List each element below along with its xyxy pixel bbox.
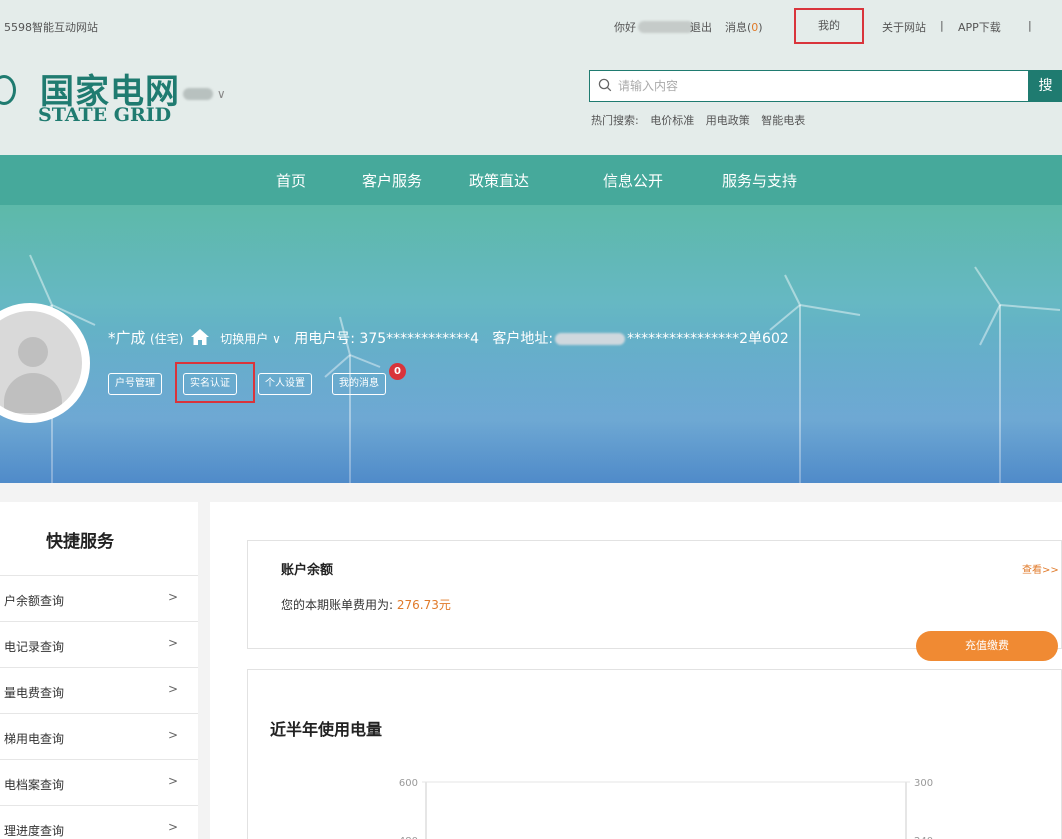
avatar-placeholder-icon bbox=[0, 311, 82, 415]
sidebar-item-tiered-usage[interactable]: 梯用电查询 > bbox=[0, 713, 198, 759]
logo-emblem-icon bbox=[0, 75, 16, 105]
nav-service-support[interactable]: 服务与支持 bbox=[722, 170, 797, 191]
user-banner: *广成 (住宅) 切换用户 ∨ 用电户号: 375************4 客… bbox=[0, 205, 1062, 483]
separator: | bbox=[1028, 19, 1032, 32]
redacted-username bbox=[638, 21, 694, 33]
bill-summary: 您的本期账单费用为: 276.73元 bbox=[281, 596, 451, 613]
messages-link[interactable]: 消息(0) bbox=[725, 19, 763, 35]
logout-link[interactable]: 退出 bbox=[690, 19, 712, 35]
search-icon bbox=[598, 78, 612, 92]
hot-search-item[interactable]: 电价标准 bbox=[650, 114, 694, 127]
user-name: *广成 bbox=[108, 329, 146, 347]
usage-chart: 600480300240 bbox=[399, 778, 933, 839]
redacted-region bbox=[183, 88, 213, 100]
chevron-right-icon: > bbox=[168, 820, 179, 834]
bill-label: 您的本期账单费用为: bbox=[281, 598, 394, 612]
bill-amount: 276.73元 bbox=[396, 598, 451, 612]
chevron-right-icon: > bbox=[168, 774, 179, 788]
greeting: 你好 bbox=[614, 19, 694, 35]
sidebar-item-label: 量电费查询 bbox=[4, 686, 65, 700]
logo-english[interactable]: STATE GRID bbox=[38, 104, 171, 126]
search-button[interactable]: 搜 bbox=[1029, 70, 1062, 102]
sidebar-item-archive[interactable]: 电档案查询 > bbox=[0, 759, 198, 805]
nav-home[interactable]: 首页 bbox=[276, 170, 306, 191]
personal-settings-button[interactable]: 个人设置 bbox=[258, 373, 312, 395]
my-messages-button[interactable]: 我的消息 bbox=[332, 373, 386, 395]
region-selector[interactable]: ∨ bbox=[181, 87, 226, 101]
sidebar-item-balance[interactable]: 户余额查询 > bbox=[0, 575, 198, 621]
search-box bbox=[589, 70, 1029, 102]
chevron-right-icon: > bbox=[168, 728, 179, 742]
hot-search-item[interactable]: 智能电表 bbox=[761, 114, 805, 127]
account-label: 用电户号: bbox=[294, 331, 355, 347]
sidebar-item-progress[interactable]: 理进度查询 > bbox=[0, 805, 198, 839]
sidebar-item-payment-records[interactable]: 电记录查询 > bbox=[0, 621, 198, 667]
sidebar-item-label: 理进度查询 bbox=[4, 824, 65, 838]
sidebar-item-label: 梯用电查询 bbox=[4, 732, 65, 746]
search-input[interactable] bbox=[618, 76, 1018, 96]
nav-info-disclosure[interactable]: 信息公开 bbox=[603, 170, 663, 191]
chevron-right-icon: > bbox=[168, 682, 179, 696]
main-nav: 首页 客户服务 政策直达 信息公开 服务与支持 bbox=[0, 155, 1062, 205]
header: 国家电网 STATE GRID ∨ 搜 热门搜索: 电价标准 用电政策 智能电表 bbox=[0, 52, 1062, 155]
balance-card: 账户余额 查看>> 您的本期账单费用为: 276.73元 充值缴费 bbox=[247, 540, 1062, 661]
site-name[interactable]: 5598智能互动网站 bbox=[4, 19, 98, 35]
y-tick-right: 300 bbox=[914, 778, 933, 789]
switch-user-link[interactable]: 切换用户 ∨ bbox=[220, 332, 281, 346]
user-type: (住宅) bbox=[149, 332, 184, 346]
view-more-link[interactable]: 查看>> bbox=[1022, 561, 1059, 576]
usage-card: 近半年使用电量 600480300240 bbox=[247, 669, 1062, 839]
user-info-line: *广成 (住宅) 切换用户 ∨ 用电户号: 375************4 客… bbox=[108, 327, 789, 348]
about-link[interactable]: 关于网站 bbox=[882, 19, 926, 35]
y-tick-left: 600 bbox=[399, 778, 418, 789]
avatar-body bbox=[4, 373, 62, 413]
chevron-right-icon: > bbox=[168, 590, 179, 604]
app-download-link[interactable]: APP下载 bbox=[958, 19, 1001, 35]
top-bar: 5598智能互动网站 你好 退出 消息(0) 我的 关于网站 | APP下载 | bbox=[0, 0, 1062, 52]
address-label: 客户地址: bbox=[492, 331, 554, 347]
account-number: 375************4 bbox=[359, 331, 480, 347]
hot-searches: 热门搜索: 电价标准 用电政策 智能电表 bbox=[591, 112, 813, 128]
nav-policy[interactable]: 政策直达 bbox=[469, 170, 529, 191]
message-count-badge: 0 bbox=[389, 363, 406, 380]
nav-customer-service[interactable]: 客户服务 bbox=[362, 170, 422, 191]
banner-haze bbox=[0, 325, 1062, 483]
my-account-link[interactable]: 我的 bbox=[794, 8, 864, 44]
highlight-box bbox=[175, 362, 255, 403]
chevron-down-icon: ∨ bbox=[216, 87, 226, 101]
hot-search-label: 热门搜索: bbox=[591, 114, 639, 127]
balance-title: 账户余额 bbox=[281, 563, 334, 578]
sidebar-item-usage-fees[interactable]: 量电费查询 > bbox=[0, 667, 198, 713]
chevron-right-icon: > bbox=[168, 636, 179, 650]
sidebar-item-label: 电档案查询 bbox=[4, 778, 65, 792]
redacted-address bbox=[555, 333, 626, 345]
hot-search-item[interactable]: 用电政策 bbox=[706, 114, 750, 127]
avatar-head bbox=[18, 337, 48, 367]
account-management-button[interactable]: 户号管理 bbox=[108, 373, 162, 395]
quick-services-sidebar: 快捷服务 户余额查询 > 电记录查询 > 量电费查询 > 梯用电查询 > 电档案… bbox=[0, 502, 198, 839]
sidebar-item-label: 电记录查询 bbox=[4, 640, 65, 654]
sidebar-item-label: 户余额查询 bbox=[4, 594, 65, 608]
recharge-pay-button[interactable]: 充值缴费 bbox=[916, 631, 1058, 661]
separator: | bbox=[940, 19, 944, 32]
home-icon bbox=[190, 329, 209, 345]
chevron-down-icon: ∨ bbox=[272, 332, 281, 346]
address-tail: ****************2单602 bbox=[627, 331, 789, 347]
sidebar-title: 快捷服务 bbox=[46, 532, 114, 552]
